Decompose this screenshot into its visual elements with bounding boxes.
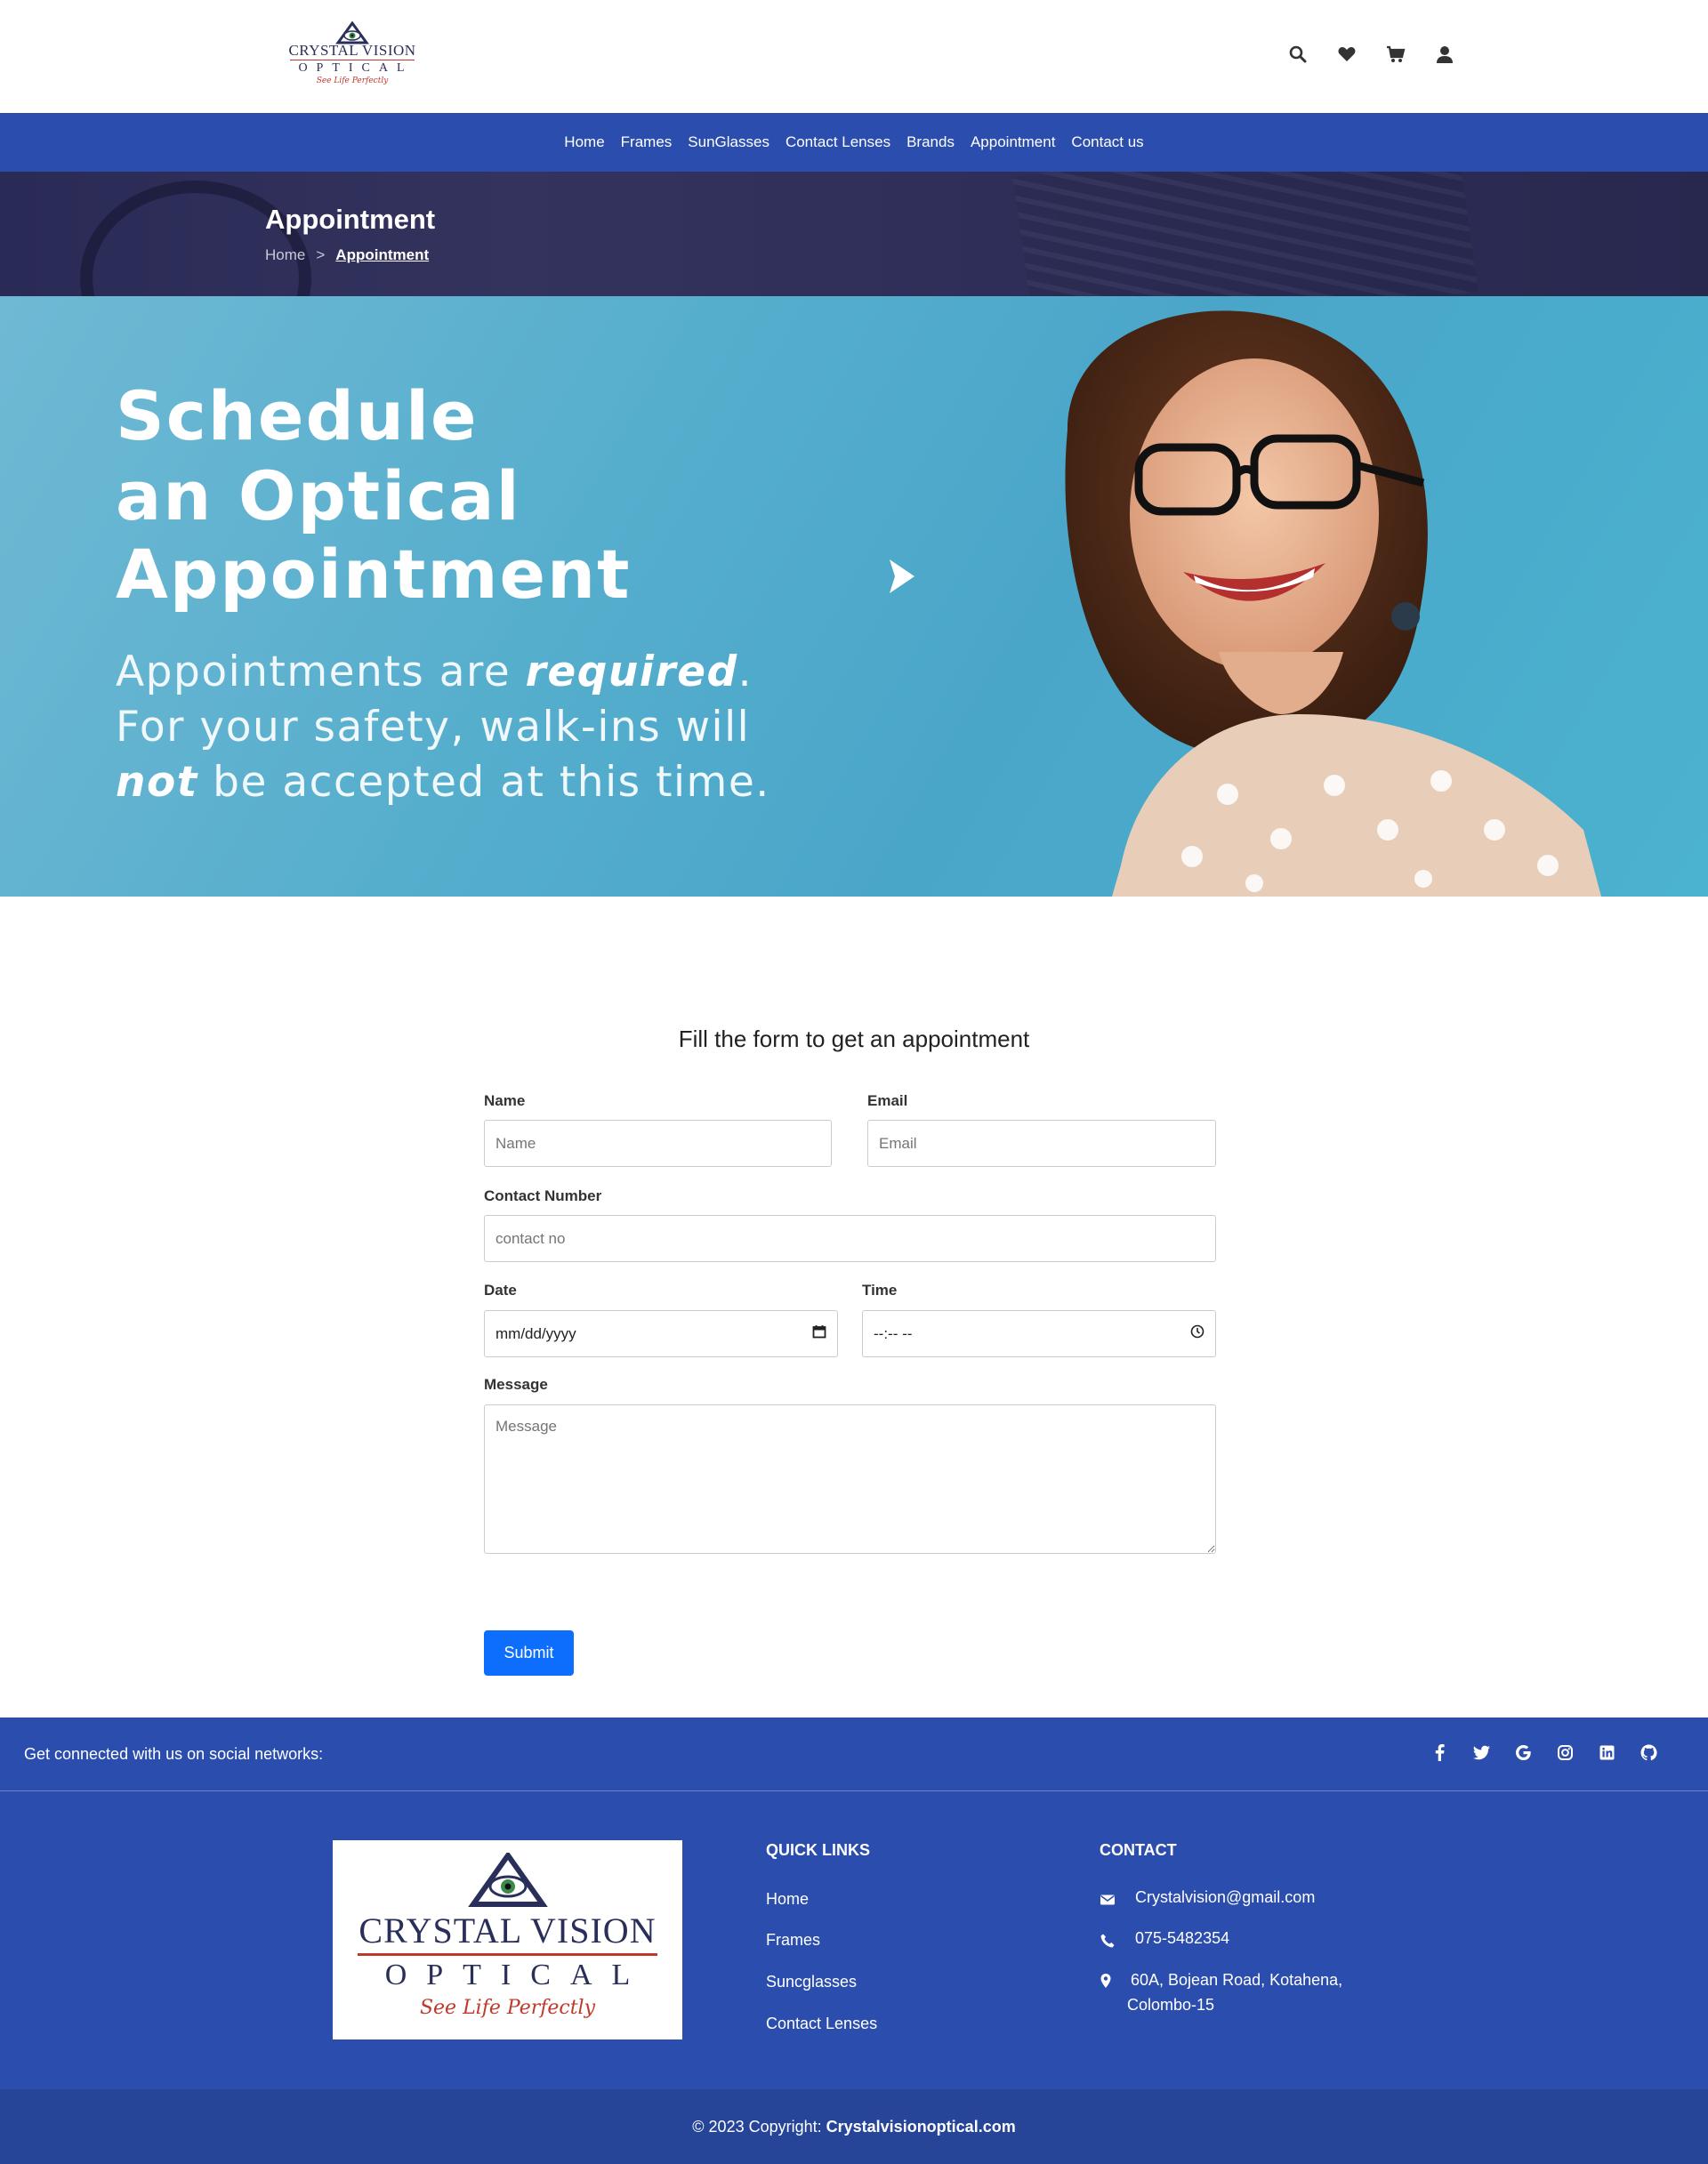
footer-link-contact-lenses[interactable]: Contact Lenses: [766, 2015, 877, 2033]
footer-logo-line2: OPTICAL: [384, 1959, 650, 1991]
contact-title: CONTACT: [1100, 1841, 1177, 1859]
nav-item-sunglasses[interactable]: SunGlasses: [688, 133, 769, 151]
github-icon[interactable]: [1640, 1743, 1658, 1762]
social-bar: Get connected with us on social networks…: [0, 1718, 1708, 1791]
chevron-right-icon: [881, 554, 925, 603]
eye-triangle-icon: [283, 20, 422, 44]
page-title: Appointment: [265, 204, 436, 235]
contact-number-label: Contact Number: [484, 1187, 602, 1204]
hero-sub3-post: be accepted at this time.: [197, 758, 770, 807]
footer-logo-line1: CRYSTAL VISION: [359, 1911, 657, 1951]
cart-icon[interactable]: [1386, 44, 1406, 64]
hero-subtext-line2: For your safety, walk-ins will: [116, 703, 751, 752]
breadcrumb-separator: >: [316, 246, 326, 263]
hero-sub3-emphasis: not: [116, 758, 198, 807]
time-label: Time: [862, 1282, 898, 1299]
breadcrumb-current[interactable]: Appointment: [335, 246, 429, 263]
hero-sub1-pre: Appointments are: [116, 648, 526, 696]
eye-triangle-icon: [333, 1840, 682, 1907]
nav-item-home[interactable]: Home: [564, 133, 604, 151]
glasses-decoration: [80, 181, 311, 296]
email-input[interactable]: [867, 1120, 1216, 1167]
facebook-icon[interactable]: [1430, 1743, 1449, 1762]
hero-sub1-emphasis: required: [525, 648, 738, 696]
copyright-text: © 2023 Copyright:: [692, 2118, 826, 2136]
breadcrumb-home[interactable]: Home: [265, 246, 305, 263]
nav-item-contact-us[interactable]: Contact us: [1071, 133, 1143, 151]
linkedin-icon[interactable]: [1598, 1743, 1616, 1762]
calendar-icon[interactable]: [812, 1324, 826, 1343]
date-label: Date: [484, 1282, 517, 1299]
time-value: --:-- --: [874, 1324, 913, 1342]
google-icon[interactable]: [1514, 1743, 1533, 1762]
user-icon[interactable]: [1435, 44, 1454, 64]
contact-email[interactable]: Crystalvision@gmail.com: [1135, 1885, 1315, 1910]
name-input[interactable]: [484, 1120, 832, 1167]
footer-link-frames[interactable]: Frames: [766, 1931, 820, 1950]
hero-subtext-line1: Appointments are required.: [116, 648, 753, 696]
footer-link-home[interactable]: Home: [766, 1890, 809, 1909]
footer-logo[interactable]: CRYSTAL VISION OPTICAL See Life Perfectl…: [333, 1840, 682, 2039]
footer-logo-divider: [358, 1953, 657, 1956]
logo-line1: CRYSTAL VISION: [288, 42, 416, 59]
copyright-bar: © 2023 Copyright: Crystalvisionoptical.c…: [0, 2089, 1708, 2164]
envelope-icon: [1100, 1892, 1116, 1908]
date-value: mm/dd/yyyy: [495, 1324, 576, 1342]
hero-subtext-line3: not be accepted at this time.: [116, 758, 770, 807]
logo-line2: OPTICAL: [298, 61, 414, 75]
search-icon[interactable]: [1288, 44, 1308, 64]
site-header: CRYSTAL VISION OPTICAL See Life Perfectl…: [0, 0, 1708, 113]
site-logo[interactable]: CRYSTAL VISION OPTICAL See Life Perfectl…: [283, 20, 422, 91]
hero-sub1-post: .: [737, 648, 753, 696]
nav-item-appointment[interactable]: Appointment: [971, 133, 1055, 151]
hero-heading-line2: an Optical: [116, 456, 521, 535]
nav-item-frames[interactable]: Frames: [621, 133, 673, 151]
footer-link-sunglasses[interactable]: Suncglasses: [766, 1973, 857, 1991]
date-input[interactable]: mm/dd/yyyy: [484, 1310, 838, 1357]
instagram-icon[interactable]: [1556, 1743, 1575, 1762]
leaf-decoration: [1012, 172, 1478, 296]
submit-button[interactable]: Submit: [484, 1630, 574, 1676]
contact-address-line1: 60A, Bojean Road, Kotahena,: [1131, 1971, 1343, 1989]
phone-icon: [1100, 1933, 1116, 1949]
smiling-woman-photo: [961, 296, 1708, 897]
page-title-banner: Appointment Home > Appointment: [0, 172, 1708, 296]
appointment-hero-banner: Schedule an Optical Appointment Appointm…: [0, 296, 1708, 897]
quick-links-title: QUICK LINKS: [766, 1841, 870, 1859]
footer-logo-tagline: See Life Perfectly: [419, 1997, 596, 2019]
email-label: Email: [867, 1092, 908, 1109]
message-textarea[interactable]: [484, 1404, 1216, 1554]
nav-item-contact-lenses[interactable]: Contact Lenses: [786, 133, 890, 151]
time-input[interactable]: --:-- --: [862, 1310, 1216, 1357]
hero-heading-line1: Schedule: [116, 376, 479, 455]
main-nav: Home Frames SunGlasses Contact Lenses Br…: [0, 113, 1708, 172]
logo-tagline: See Life Perfectly: [316, 76, 389, 85]
hero-heading-line3: Appointment: [116, 535, 632, 614]
form-title: Fill the form to get an appointment: [678, 1026, 1030, 1052]
twitter-icon[interactable]: [1472, 1743, 1491, 1762]
copyright-site-link[interactable]: Crystalvisionoptical.com: [826, 2118, 1016, 2136]
clock-icon[interactable]: [1190, 1324, 1204, 1343]
heart-icon[interactable]: [1337, 44, 1357, 64]
nav-item-brands[interactable]: Brands: [906, 133, 955, 151]
site-footer: CRYSTAL VISION OPTICAL See Life Perfectl…: [0, 1791, 1708, 2089]
map-marker-icon: [1098, 1973, 1114, 1989]
name-label: Name: [484, 1092, 526, 1109]
contact-phone[interactable]: 075-5482354: [1135, 1926, 1229, 1951]
contact-address-line2: Colombo-15: [1127, 1996, 1215, 2014]
breadcrumb: Home > Appointment: [265, 246, 429, 264]
contact-number-input[interactable]: [484, 1215, 1216, 1262]
message-label: Message: [484, 1376, 548, 1393]
social-text: Get connected with us on social networks…: [24, 1745, 324, 1763]
